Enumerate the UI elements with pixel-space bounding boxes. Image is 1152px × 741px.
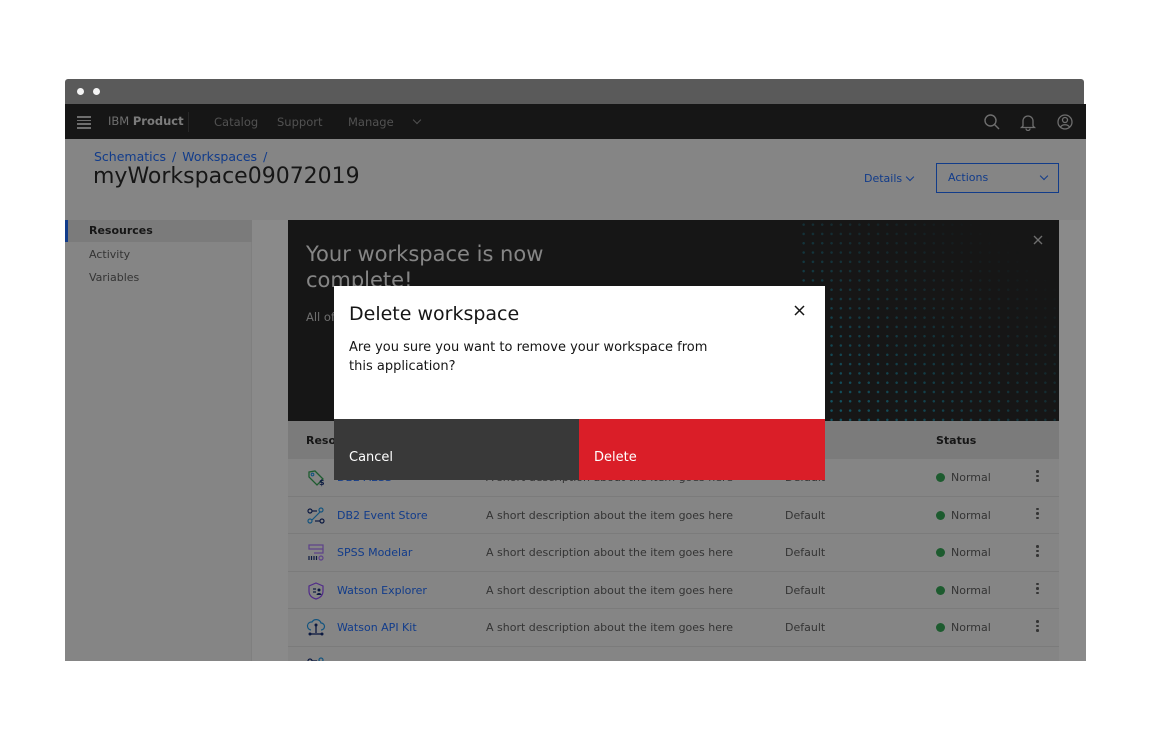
delete-workspace-modal: Delete workspace Are you sure you want t… — [334, 286, 825, 480]
window-dot-close[interactable] — [77, 88, 84, 95]
delete-button[interactable]: Delete — [579, 419, 825, 480]
modal-title: Delete workspace — [349, 303, 520, 325]
cancel-button[interactable]: Cancel — [334, 419, 579, 480]
modal-close-icon[interactable] — [793, 304, 806, 317]
window-dot-minimize[interactable] — [93, 88, 100, 95]
window-titlebar — [65, 79, 1084, 104]
modal-body: Are you sure you want to remove your wor… — [349, 340, 708, 374]
